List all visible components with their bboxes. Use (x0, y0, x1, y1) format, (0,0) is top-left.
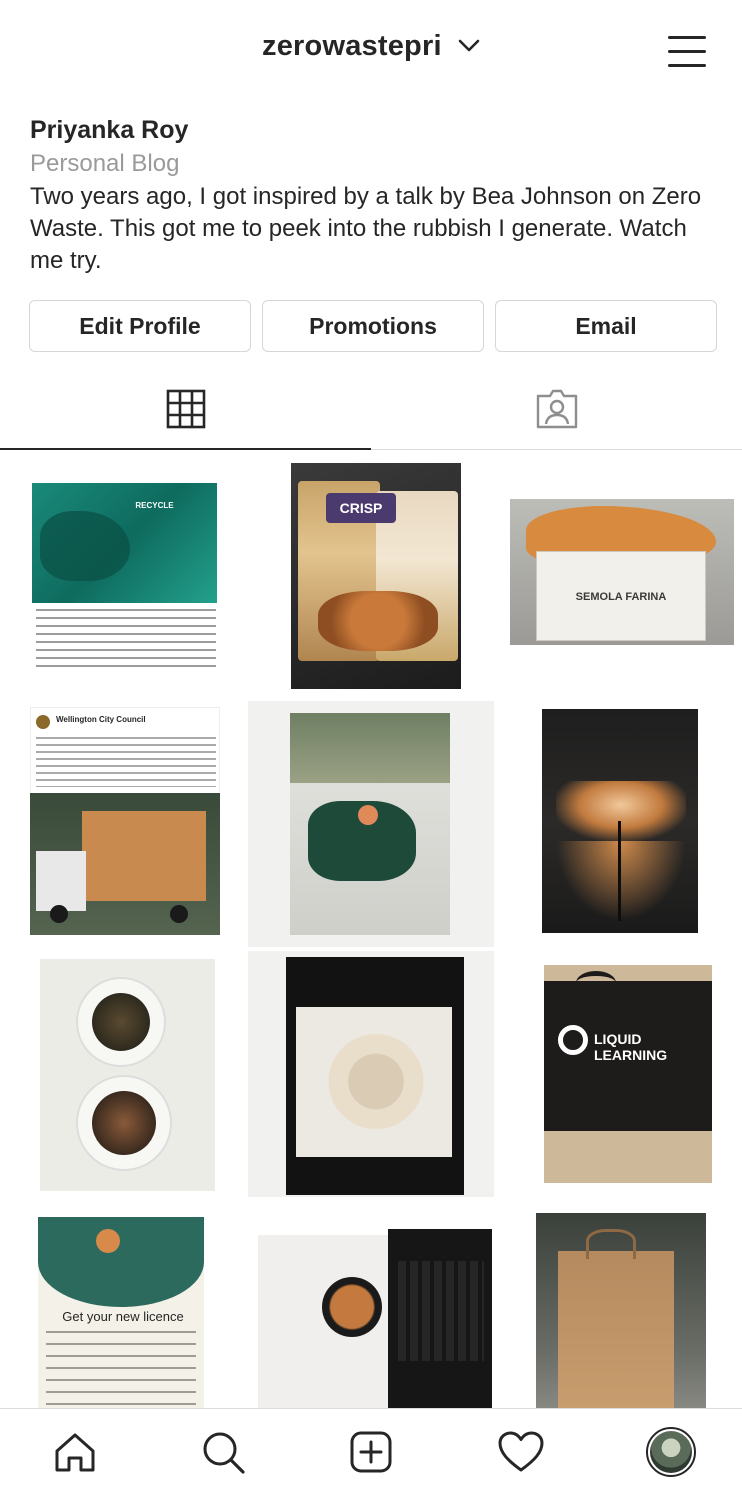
search-icon[interactable] (196, 1425, 250, 1479)
post-crisps-bag[interactable]: CRISP (248, 451, 494, 697)
username-label: zerowastepri (262, 30, 442, 62)
tab-grid[interactable] (0, 372, 371, 450)
post-recycle-poster[interactable]: RECYCLE (0, 451, 246, 697)
new-post-icon[interactable] (344, 1425, 398, 1479)
home-icon[interactable] (48, 1425, 102, 1479)
profile-category: Personal Blog (30, 150, 180, 177)
post-nzta-reminder[interactable]: Get your new licence (0, 1201, 246, 1409)
chevron-down-icon (458, 28, 480, 61)
post-semola-box[interactable]: SEMOLA FARINA (496, 451, 742, 697)
post-recycle-heading: RECYCLE (135, 501, 174, 510)
account-switcher[interactable]: zerowastepri (0, 30, 742, 63)
post-paper-bag[interactable] (496, 1201, 742, 1409)
post-print-on-tablet[interactable] (248, 951, 494, 1197)
tab-tagged[interactable] (371, 372, 742, 450)
post-liquid-learning-bag[interactable]: LIQUID LEARNING (496, 951, 742, 1197)
active-tab-indicator (0, 448, 371, 450)
avatar (646, 1427, 696, 1477)
profile-bio-text: Two years ago, I got inspired by a talk … (30, 183, 702, 274)
post-food-bowls[interactable] (0, 951, 246, 1197)
post-semola-label: SEMOLA FARINA (575, 591, 667, 603)
profile-bio: Priyanka Roy Personal Blog Two years ago… (30, 114, 720, 277)
post-green-bag[interactable] (248, 701, 494, 947)
top-header: zerowastepri (0, 0, 742, 108)
heart-icon[interactable] (494, 1425, 548, 1479)
profile-name: Priyanka Roy (30, 116, 189, 144)
post-council-name: Wellington City Council (56, 715, 146, 724)
email-button[interactable]: Email (495, 300, 717, 352)
profile-avatar-icon[interactable] (644, 1425, 698, 1479)
post-wellington-council[interactable]: Wellington City Council (0, 701, 246, 947)
promotions-button[interactable]: Promotions (262, 300, 484, 352)
post-lamp-poster[interactable] (496, 701, 742, 947)
post-coffee-laptop[interactable] (248, 1201, 494, 1409)
grid-icon (166, 389, 206, 434)
profile-actions: Edit Profile Promotions Email (29, 300, 719, 352)
hamburger-menu-icon[interactable] (668, 34, 708, 68)
post-nzta-label: Get your new licence (62, 1309, 184, 1324)
edit-profile-button[interactable]: Edit Profile (29, 300, 251, 352)
profile-tabs (0, 372, 742, 450)
bottom-navigation (0, 1408, 742, 1500)
posts-grid: RECYCLE CRISP SEMOLA FARINA Wellington C… (0, 451, 742, 1409)
post-liquid-learning-label: LIQUID LEARNING (594, 1031, 668, 1063)
tagged-person-icon (535, 388, 579, 435)
